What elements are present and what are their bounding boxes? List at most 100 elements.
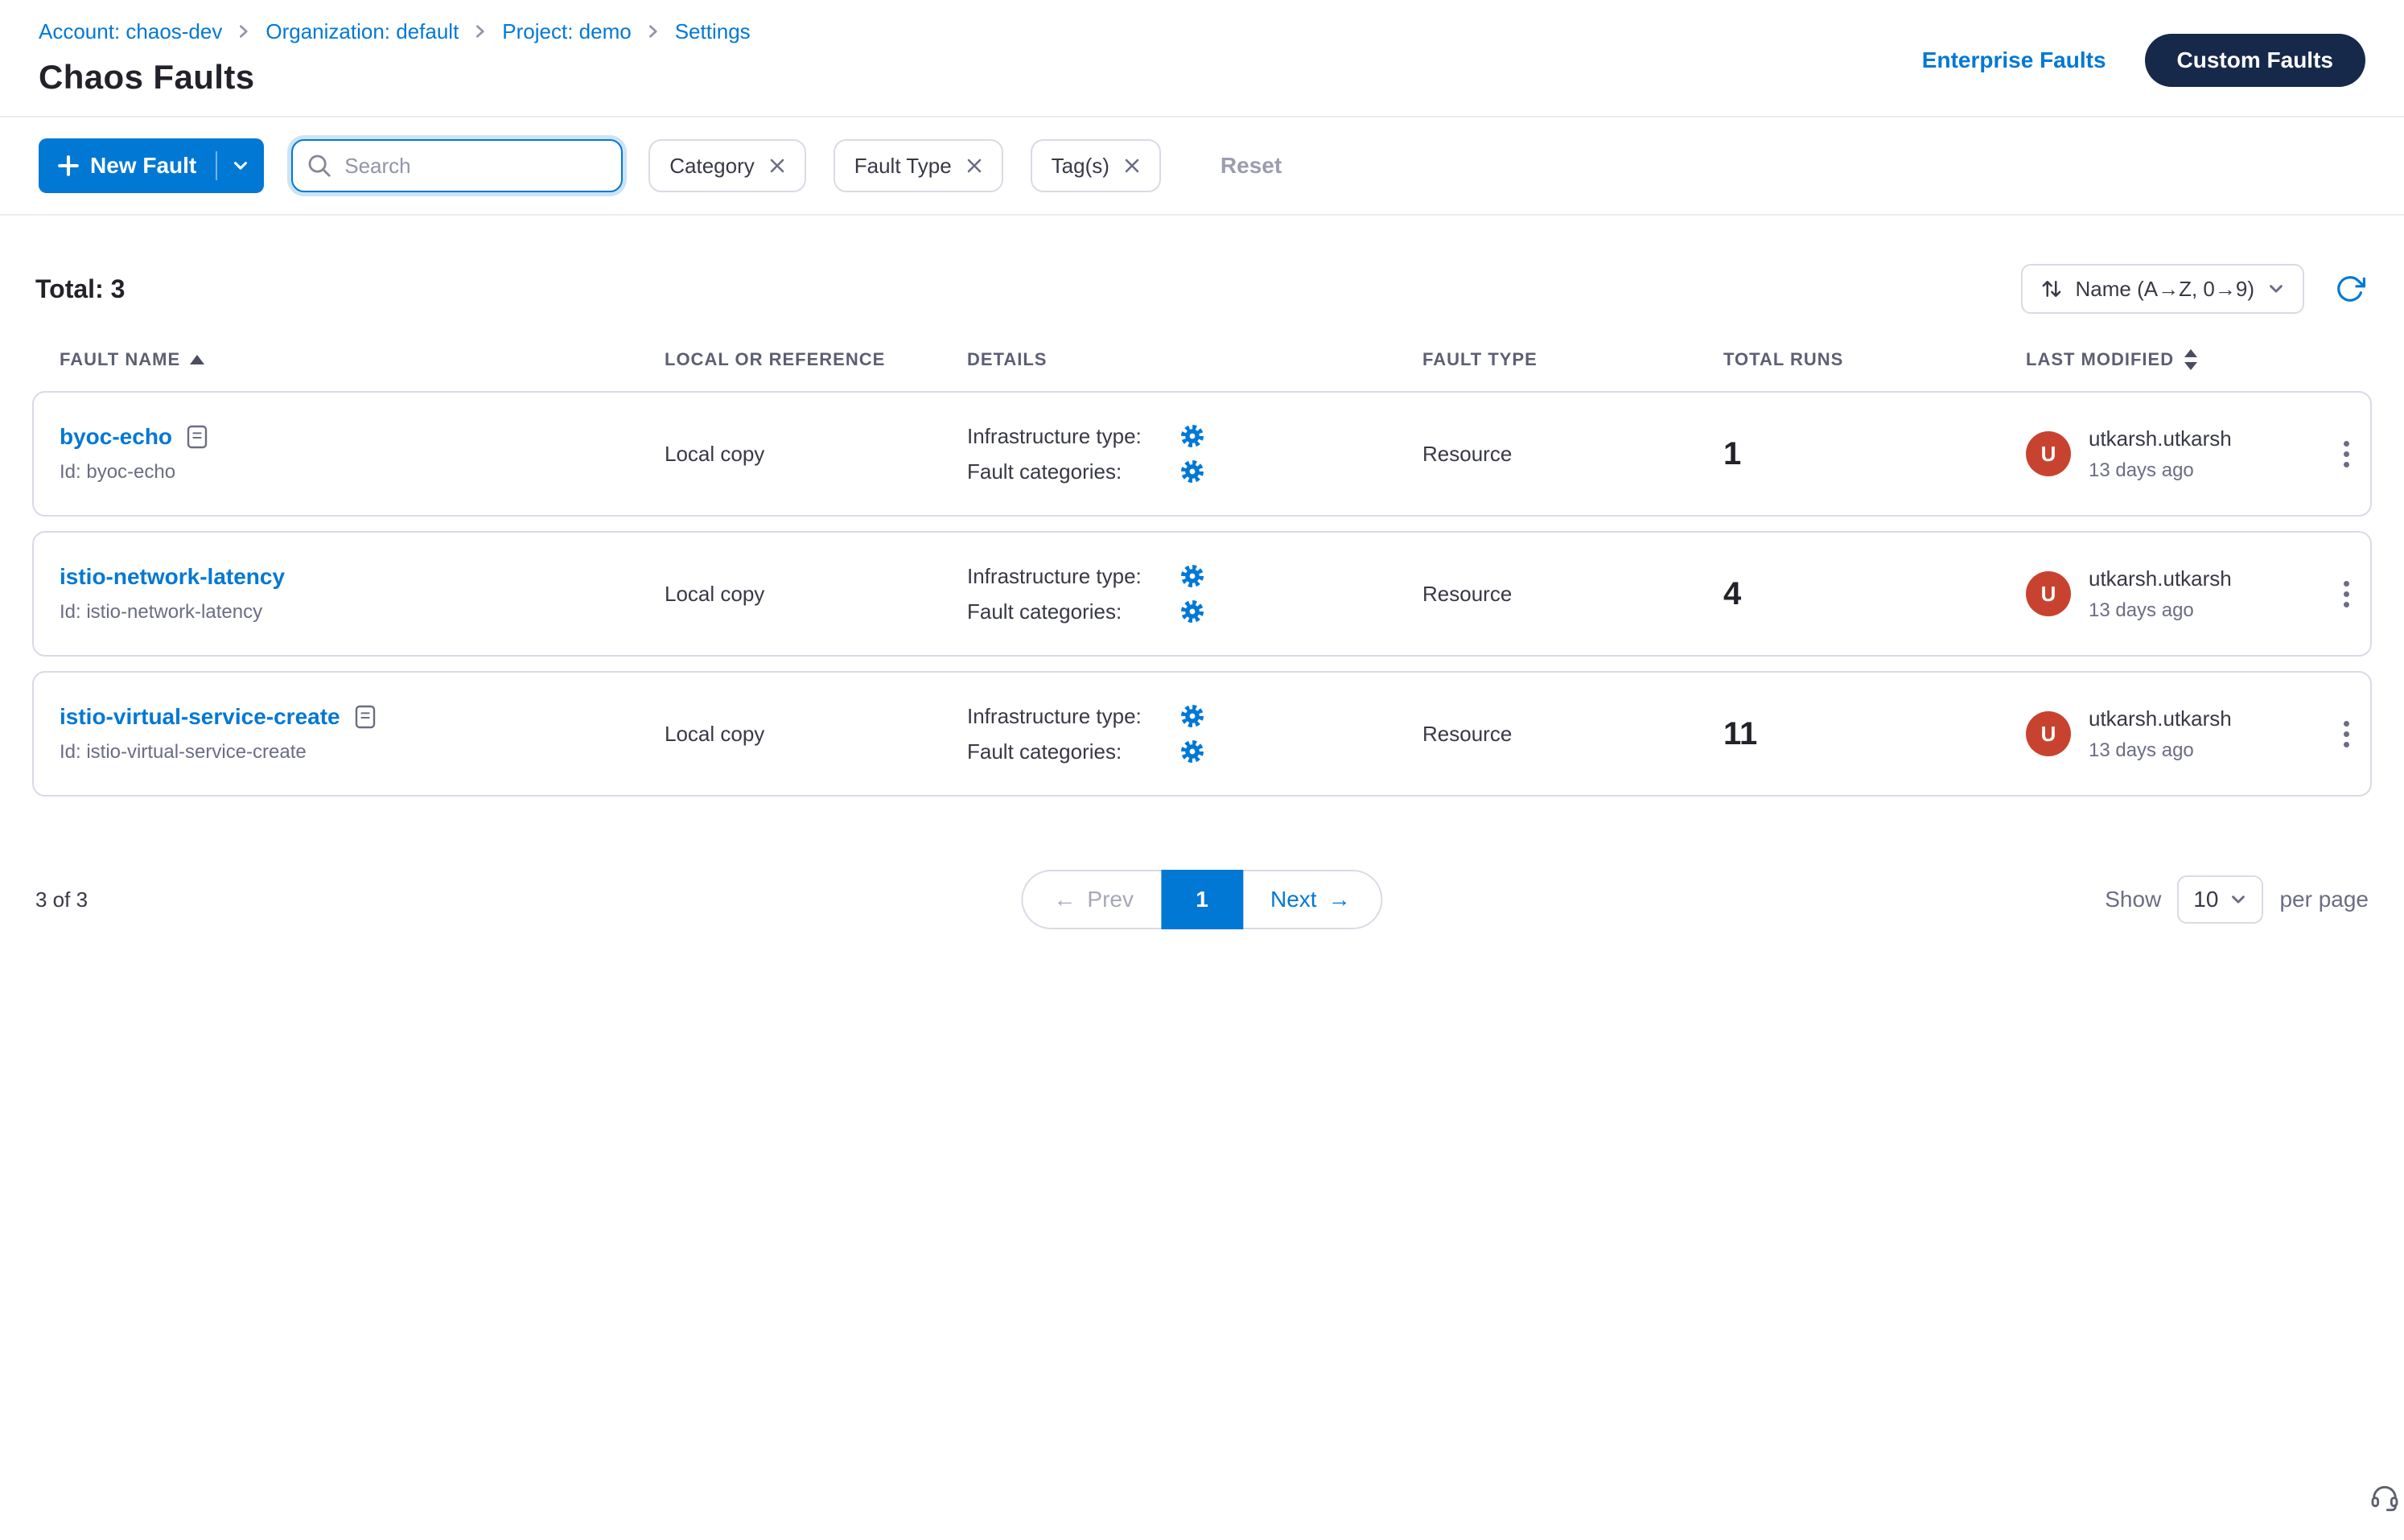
kubernetes-gear-icon bbox=[1179, 563, 1205, 589]
refresh-button[interactable] bbox=[2332, 270, 2369, 307]
fault-categories-label: Fault categories: bbox=[967, 739, 1163, 764]
arrow-left-icon: ← bbox=[1053, 887, 1076, 912]
kubernetes-gear-icon bbox=[1179, 703, 1205, 729]
chevron-down-icon[interactable] bbox=[232, 157, 249, 175]
manifest-file-icon bbox=[355, 705, 376, 729]
local-or-reference-value: Local copy bbox=[665, 582, 967, 607]
fault-row: istio-network-latency Id: istio-network-… bbox=[32, 531, 2372, 657]
new-fault-button[interactable]: New Fault bbox=[39, 138, 264, 193]
infrastructure-type-label: Infrastructure type: bbox=[967, 424, 1163, 449]
reset-button[interactable]: Reset bbox=[1221, 153, 1282, 179]
page-size-group: Show 10 per page bbox=[2105, 875, 2369, 924]
close-icon[interactable] bbox=[966, 158, 982, 174]
column-last-modified[interactable]: LAST MODIFIED bbox=[2026, 349, 2322, 370]
fault-name-cell: byoc-echo Id: byoc-echo bbox=[60, 424, 665, 484]
plus-icon bbox=[58, 155, 79, 176]
pager: ← Prev 1 Next → bbox=[1021, 870, 1382, 929]
chevron-down-icon bbox=[2229, 891, 2247, 908]
column-last-modified-label: LAST MODIFIED bbox=[2026, 349, 2174, 370]
support-headset-icon[interactable] bbox=[2369, 1480, 2401, 1519]
column-fault-type: FAULT TYPE bbox=[1422, 349, 1723, 370]
last-modified-cell: U utkarsh.utkarsh 13 days ago bbox=[2026, 706, 2322, 762]
button-divider bbox=[216, 151, 217, 180]
filter-tags[interactable]: Tag(s) bbox=[1031, 139, 1161, 192]
total-runs-value: 4 bbox=[1723, 576, 2026, 612]
prev-label: Prev bbox=[1087, 887, 1134, 912]
row-menu-button[interactable] bbox=[2334, 431, 2359, 477]
fault-id: Id: byoc-echo bbox=[60, 461, 665, 484]
enterprise-faults-tab[interactable]: Enterprise Faults bbox=[1922, 47, 2106, 73]
sort-select[interactable]: Name (A→Z, 0→9) bbox=[2021, 264, 2305, 314]
fault-type-value: Resource bbox=[1422, 442, 1723, 467]
column-fault-name-label: FAULT NAME bbox=[60, 349, 180, 370]
filter-fault-type[interactable]: Fault Type bbox=[834, 139, 1003, 192]
list-actions: Name (A→Z, 0→9) bbox=[2021, 264, 2369, 314]
page-size-select[interactable]: 10 bbox=[2177, 875, 2263, 924]
modified-by: utkarsh.utkarsh bbox=[2089, 706, 2232, 731]
manifest-file-icon bbox=[187, 425, 208, 449]
breadcrumb-organization-link[interactable]: Organization: default bbox=[266, 21, 459, 42]
list-header: Total: 3 Name (A→Z, 0→9) bbox=[32, 216, 2372, 349]
local-or-reference-value: Local copy bbox=[665, 722, 967, 747]
faults-type-switch: Enterprise Faults Custom Faults bbox=[1922, 34, 2365, 87]
kubernetes-gear-icon bbox=[1179, 423, 1205, 449]
column-local-or-reference: LOCAL OR REFERENCE bbox=[665, 349, 967, 370]
fault-row: istio-virtual-service-create Id: istio-v… bbox=[32, 671, 2372, 797]
filter-chips: Category Fault Type Tag(s) bbox=[648, 139, 1161, 192]
sort-select-label: Name (A→Z, 0→9) bbox=[2076, 277, 2255, 302]
filter-category-label: Category bbox=[669, 154, 755, 179]
avatar: U bbox=[2026, 711, 2071, 756]
filter-category[interactable]: Category bbox=[648, 139, 806, 192]
modified-time: 13 days ago bbox=[2089, 739, 2232, 762]
fault-type-value: Resource bbox=[1422, 582, 1723, 607]
fault-name-link[interactable]: byoc-echo bbox=[60, 424, 172, 450]
filter-fault-type-label: Fault Type bbox=[854, 154, 952, 179]
sort-asc-icon bbox=[190, 355, 204, 364]
search-icon bbox=[307, 154, 331, 178]
total-runs-value: 1 bbox=[1723, 436, 2026, 472]
refresh-icon bbox=[2335, 274, 2365, 304]
breadcrumb-account-link[interactable]: Account: chaos-dev bbox=[39, 21, 222, 42]
close-icon[interactable] bbox=[1124, 158, 1140, 174]
column-fault-name[interactable]: FAULT NAME bbox=[60, 349, 665, 370]
page-size-value: 10 bbox=[2193, 887, 2218, 912]
breadcrumb-settings-link[interactable]: Settings bbox=[675, 21, 751, 42]
kubernetes-gear-icon bbox=[1179, 459, 1205, 484]
avatar: U bbox=[2026, 571, 2071, 616]
kubernetes-gear-icon bbox=[1179, 599, 1205, 624]
infrastructure-type-label: Infrastructure type: bbox=[967, 564, 1163, 589]
column-details: DETAILS bbox=[967, 349, 1422, 370]
fault-details: Infrastructure type: Fault categories: bbox=[967, 563, 1422, 624]
breadcrumb-project-link[interactable]: Project: demo bbox=[502, 21, 631, 42]
fault-name-link[interactable]: istio-virtual-service-create bbox=[60, 704, 340, 730]
kubernetes-gear-icon bbox=[1179, 739, 1205, 764]
fault-name-cell: istio-virtual-service-create Id: istio-v… bbox=[60, 704, 665, 764]
fault-row: byoc-echo Id: byoc-echo Local copy Infra… bbox=[32, 391, 2372, 517]
arrow-right-icon: → bbox=[1328, 887, 1351, 912]
total-count: Total: 3 bbox=[35, 274, 125, 304]
pagination-summary: 3 of 3 bbox=[35, 887, 88, 912]
pagination: 3 of 3 ← Prev 1 Next → Show 10 per page bbox=[32, 869, 2372, 930]
sort-arrows-icon bbox=[2040, 278, 2063, 300]
chevron-down-icon bbox=[2267, 280, 2285, 298]
fault-details: Infrastructure type: Fault categories: bbox=[967, 423, 1422, 484]
fault-type-value: Resource bbox=[1422, 722, 1723, 747]
fault-id: Id: istio-virtual-service-create bbox=[60, 741, 665, 764]
prev-page-button[interactable]: ← Prev bbox=[1021, 870, 1161, 929]
total-runs-value: 11 bbox=[1723, 716, 2026, 752]
row-menu-button[interactable] bbox=[2334, 711, 2359, 757]
modified-time: 13 days ago bbox=[2089, 459, 2232, 482]
local-or-reference-value: Local copy bbox=[665, 442, 967, 467]
last-modified-cell: U utkarsh.utkarsh 13 days ago bbox=[2026, 426, 2322, 482]
row-menu-button[interactable] bbox=[2334, 571, 2359, 617]
close-icon[interactable] bbox=[769, 158, 785, 174]
fault-name-link[interactable]: istio-network-latency bbox=[60, 564, 285, 590]
search-input[interactable] bbox=[291, 139, 623, 192]
chevron-right-icon bbox=[473, 24, 488, 39]
next-page-button[interactable]: Next → bbox=[1243, 870, 1383, 929]
table-header: FAULT NAME LOCAL OR REFERENCE DETAILS FA… bbox=[32, 349, 2372, 391]
page-1-button[interactable]: 1 bbox=[1161, 870, 1243, 929]
custom-faults-tab[interactable]: Custom Faults bbox=[2145, 34, 2365, 87]
fault-categories-label: Fault categories: bbox=[967, 459, 1163, 484]
search-box bbox=[291, 139, 623, 192]
